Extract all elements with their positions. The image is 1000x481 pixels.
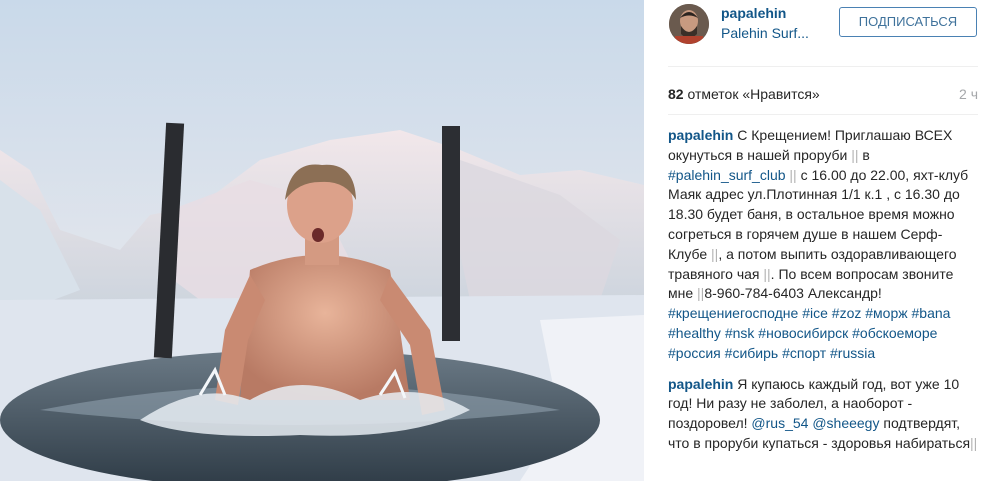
mention-link[interactable]: @sheeegy: [812, 415, 879, 431]
avatar-image-icon: [669, 4, 709, 44]
post-time[interactable]: 2 ч: [959, 86, 978, 102]
hashtag-link[interactable]: #россия: [668, 345, 721, 361]
mention-link[interactable]: @rus_54: [751, 415, 808, 431]
hashtag-link[interactable]: #ice: [802, 305, 828, 321]
hashtag-link[interactable]: #морж: [865, 305, 907, 321]
likes-count[interactable]: 82: [668, 86, 684, 102]
author-location-link[interactable]: Palehin Surf...: [721, 25, 809, 41]
comment-username[interactable]: papalehin: [668, 127, 733, 143]
hashtag-link[interactable]: #healthy: [668, 325, 721, 341]
likes-label: отметок «Нравится»: [683, 86, 820, 102]
hashtag-link[interactable]: #palehin_surf_club: [668, 167, 786, 183]
comment-text: 8-960-784-6403 Александр!: [704, 285, 882, 302]
hashtag-link[interactable]: #новосибирск: [758, 325, 848, 341]
hashtag-link[interactable]: #сибирь: [725, 345, 779, 361]
post-header: papalehin Palehin Surf... ПОДПИСАТЬСЯ: [644, 0, 1000, 66]
comments-list: papalehin С Крещением! Приглашаю ВСЕХ ок…: [668, 126, 978, 465]
comment-text: в: [858, 146, 870, 163]
avatar[interactable]: [669, 4, 709, 44]
comment-text: ||: [763, 265, 771, 282]
hashtag-link[interactable]: #крещениегосподне: [668, 305, 798, 321]
follow-button[interactable]: ПОДПИСАТЬСЯ: [839, 7, 977, 37]
comment-text: ||: [970, 434, 978, 451]
post-details-panel: papalehin Palehin Surf... ПОДПИСАТЬСЯ 82…: [644, 0, 1000, 481]
hashtag-link[interactable]: #russia: [830, 345, 875, 361]
comment-text: ||: [785, 166, 797, 183]
divider: [668, 66, 978, 67]
hashtag-link[interactable]: #спорт: [782, 345, 826, 361]
author-username[interactable]: papalehin: [721, 5, 786, 21]
ice-hole-swimmer-photo: [0, 0, 644, 481]
comment-text: ||: [851, 146, 859, 163]
comment: papalehin Я купаюсь каждый год, вот уже …: [668, 375, 978, 454]
post-photo[interactable]: [0, 0, 644, 481]
caption-comment: papalehin С Крещением! Приглашаю ВСЕХ ок…: [668, 126, 978, 364]
hashtag-link[interactable]: #bana: [912, 305, 951, 321]
likes-row: 82 отметок «Нравится» 2 ч: [668, 86, 978, 106]
divider: [668, 114, 978, 115]
hashtag-link[interactable]: #nsk: [725, 325, 755, 341]
comment-username[interactable]: papalehin: [668, 376, 733, 392]
hashtag-link[interactable]: #обскоеморе: [852, 325, 937, 341]
hashtag-link[interactable]: #zoz: [832, 305, 862, 321]
